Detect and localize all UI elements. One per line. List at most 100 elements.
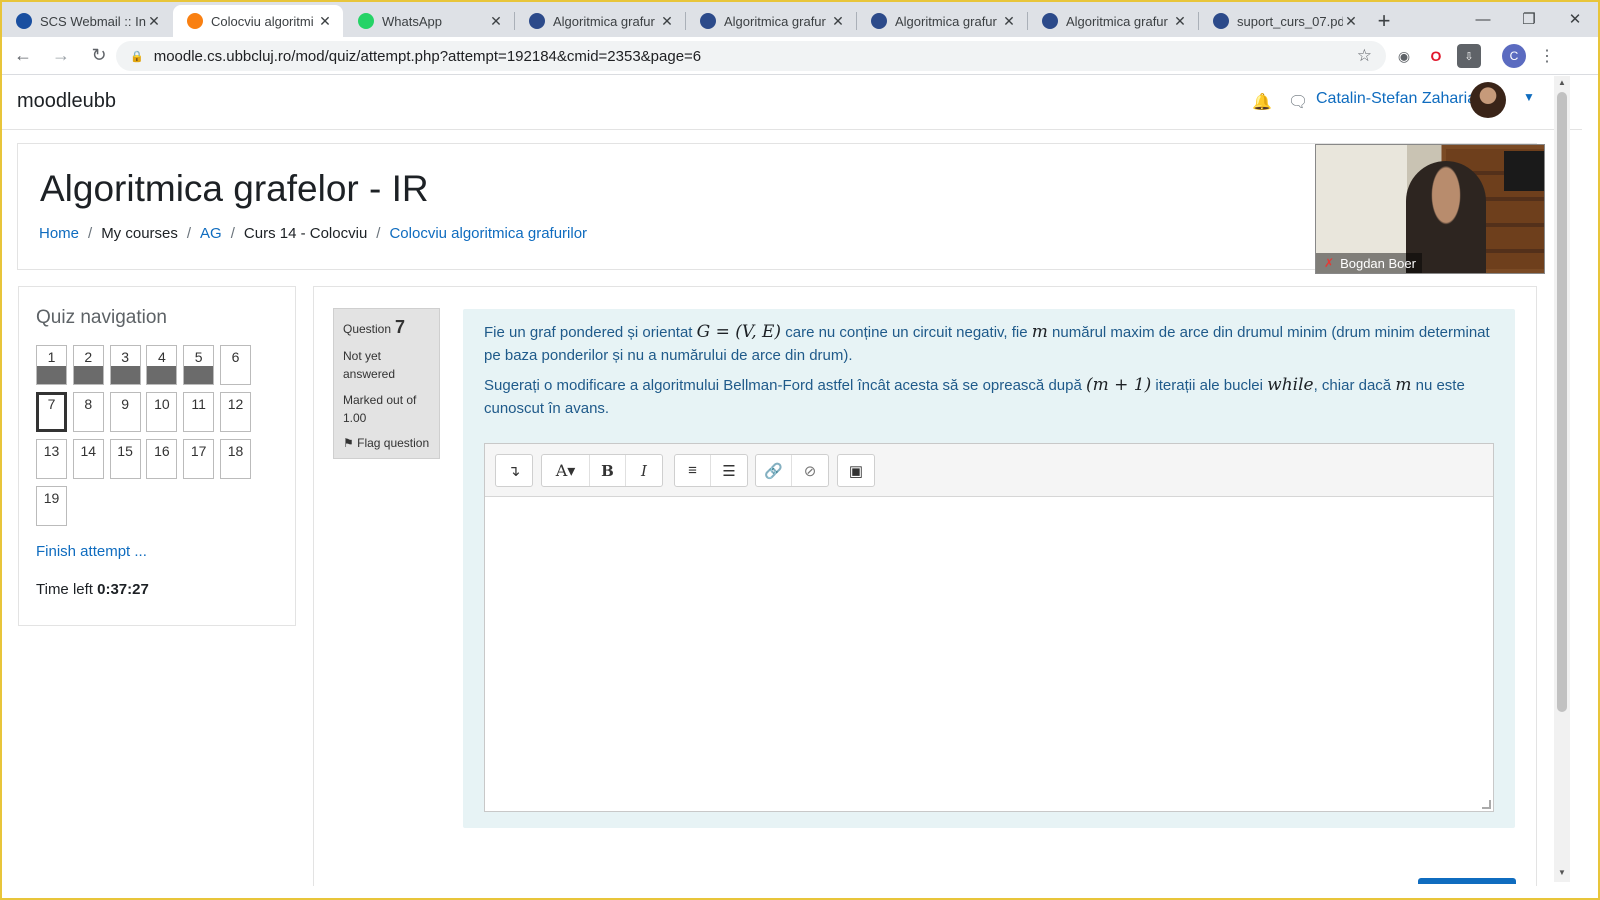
- question-nav-button[interactable]: 13: [36, 439, 67, 479]
- restore-icon[interactable]: ❐: [1506, 2, 1552, 36]
- finish-attempt-link[interactable]: Finish attempt ...: [36, 543, 147, 560]
- extension-icon[interactable]: ◉: [1392, 44, 1416, 68]
- profile-avatar[interactable]: C: [1502, 44, 1526, 68]
- browser-tab[interactable]: Algoritmica grafur ✕: [515, 5, 685, 37]
- breadcrumb-item[interactable]: Colocviu algoritmica grafurilor: [389, 225, 587, 242]
- question-nav-button[interactable]: 5: [183, 345, 215, 385]
- browser-toolbar: ← → ↻ 🔒 moodle.cs.ubbcluj.ro/mod/quiz/at…: [2, 37, 1598, 75]
- math-expression: m: [1031, 322, 1048, 342]
- resize-handle-icon[interactable]: [1482, 800, 1491, 809]
- close-tab-icon[interactable]: ✕: [659, 13, 675, 30]
- tab-title: WhatsApp: [382, 13, 442, 29]
- site-icon: [529, 13, 545, 29]
- notifications-bell-icon[interactable]: 🔔: [1252, 92, 1272, 112]
- close-tab-icon[interactable]: ✕: [1343, 13, 1359, 30]
- close-tab-icon[interactable]: ✕: [1172, 13, 1188, 30]
- question-nav-button[interactable]: 10: [146, 392, 178, 432]
- question-nav-button[interactable]: 12: [220, 392, 251, 432]
- question-nav-button[interactable]: 18: [220, 439, 251, 479]
- forward-icon[interactable]: →: [44, 39, 78, 73]
- flag-question-button[interactable]: ⚑ Flag question: [343, 436, 430, 450]
- close-tab-icon[interactable]: ✕: [488, 13, 504, 30]
- download-extension-icon[interactable]: ⇩: [1457, 44, 1481, 68]
- address-bar[interactable]: 🔒 moodle.cs.ubbcluj.ro/mod/quiz/attempt.…: [116, 41, 1386, 71]
- link-icon[interactable]: 🔗: [756, 455, 792, 486]
- browser-menu-icon[interactable]: ⋮: [1535, 44, 1559, 68]
- close-window-icon[interactable]: ✕: [1552, 2, 1598, 36]
- reload-icon[interactable]: ↻: [82, 39, 116, 73]
- italic-icon[interactable]: I: [626, 455, 662, 486]
- question-nav-button[interactable]: 19: [36, 486, 67, 526]
- question-nav-button[interactable]: 15: [109, 439, 141, 479]
- question-paragraph-2: Sugerați o modificare a algoritmului Bel…: [484, 374, 1494, 420]
- browser-tab[interactable]: suport_curs_07.pdf ✕: [1199, 5, 1369, 37]
- paragraph-style-icon[interactable]: A▾: [542, 455, 590, 486]
- unlink-icon[interactable]: ⊘: [792, 455, 828, 486]
- scroll-up-icon[interactable]: ▲: [1554, 78, 1570, 92]
- minimize-icon[interactable]: —: [1460, 2, 1506, 36]
- opera-extension-icon[interactable]: O: [1424, 44, 1448, 68]
- page-scrollbar[interactable]: ▲ ▼: [1554, 76, 1570, 882]
- browser-tab[interactable]: WhatsApp ✕: [344, 5, 514, 37]
- breadcrumb-item[interactable]: AG: [200, 225, 222, 242]
- user-menu-caret-icon[interactable]: ▼: [1523, 90, 1535, 104]
- user-avatar[interactable]: [1470, 82, 1506, 118]
- question-nav-number: 10: [154, 396, 170, 412]
- tab-title: suport_curs_07.pdf: [1237, 13, 1343, 29]
- answer-textarea[interactable]: [485, 498, 1493, 811]
- new-tab-icon[interactable]: +: [1369, 5, 1399, 37]
- close-tab-icon[interactable]: ✕: [830, 13, 846, 30]
- moodle-navbar: moodleubb 🔔 🗨 Catalin-Stefan Zaharia ▼: [2, 76, 1582, 130]
- back-icon[interactable]: ←: [6, 39, 40, 73]
- editor-toolbar: ↴ A▾ B I ≡ ☰ 🔗 ⊘ ▣: [485, 444, 1493, 497]
- question-nav-number: 3: [121, 349, 129, 365]
- question-nav-number: 5: [194, 349, 203, 365]
- question-nav-button[interactable]: 2: [72, 345, 104, 385]
- question-nav-button[interactable]: 16: [146, 439, 178, 479]
- question-info-box: Question 7 Not yet answered Marked out o…: [333, 308, 440, 459]
- question-nav-number: 11: [191, 396, 206, 412]
- browser-tab[interactable]: Colocviu algoritmi ✕: [173, 5, 343, 37]
- question-nav-button[interactable]: 8: [72, 392, 104, 432]
- question-nav-button[interactable]: 6: [220, 345, 251, 385]
- ordered-list-icon[interactable]: ☰: [711, 455, 747, 486]
- question-paragraph-1: Fie un graf pondered și orientat G = (V,…: [484, 321, 1494, 367]
- editor-group-collapse: ↴: [495, 454, 533, 487]
- question-text-part: care nu conține un circuit negativ, fie: [781, 324, 1032, 341]
- page-title: Algoritmica grafelor - IR: [40, 168, 429, 209]
- browser-tab[interactable]: Algoritmica grafur ✕: [1028, 5, 1198, 37]
- bold-icon[interactable]: B: [590, 455, 626, 486]
- next-page-button-edge[interactable]: [1418, 878, 1516, 884]
- question-nav-button[interactable]: 17: [183, 439, 215, 479]
- browser-tab[interactable]: Algoritmica grafur ✕: [857, 5, 1027, 37]
- video-call-overlay[interactable]: ✗ Bogdan Boer: [1315, 144, 1545, 274]
- scroll-down-icon[interactable]: ▼: [1554, 868, 1570, 882]
- question-mark: Marked out of 1.00: [343, 393, 417, 425]
- url-text[interactable]: moodle.cs.ubbcluj.ro/mod/quiz/attempt.ph…: [154, 48, 1357, 65]
- question-nav-number: 15: [117, 443, 133, 459]
- messages-icon[interactable]: 🗨: [1288, 92, 1308, 112]
- browser-tab[interactable]: SCS Webmail :: Inb ✕: [2, 5, 172, 37]
- close-tab-icon[interactable]: ✕: [1001, 13, 1017, 30]
- question-nav-button[interactable]: 9: [109, 392, 141, 432]
- question-nav-button[interactable]: 7: [36, 392, 67, 432]
- question-nav-number: 14: [80, 443, 97, 459]
- show-more-buttons-icon[interactable]: ↴: [496, 455, 532, 486]
- question-nav-button[interactable]: 14: [72, 439, 104, 479]
- question-nav-number: 8: [84, 396, 93, 412]
- question-nav-button[interactable]: 11: [183, 392, 215, 432]
- unordered-list-icon[interactable]: ≡: [675, 455, 711, 486]
- breadcrumb-item[interactable]: Home: [39, 225, 79, 242]
- lock-icon[interactable]: 🔒: [130, 50, 144, 63]
- browser-tab[interactable]: Algoritmica grafur ✕: [686, 5, 856, 37]
- question-nav-button[interactable]: 3: [109, 345, 141, 385]
- user-name-link[interactable]: Catalin-Stefan Zaharia: [1316, 90, 1476, 108]
- close-tab-icon[interactable]: ✕: [317, 13, 333, 30]
- question-nav-button[interactable]: 4: [146, 345, 178, 385]
- site-brand[interactable]: moodleubb: [17, 90, 116, 113]
- bookmark-star-icon[interactable]: ☆: [1357, 46, 1372, 66]
- insert-image-icon[interactable]: ▣: [838, 455, 874, 486]
- question-nav-button[interactable]: 1: [36, 345, 67, 385]
- scrollbar-thumb[interactable]: [1557, 92, 1567, 712]
- close-tab-icon[interactable]: ✕: [146, 13, 162, 30]
